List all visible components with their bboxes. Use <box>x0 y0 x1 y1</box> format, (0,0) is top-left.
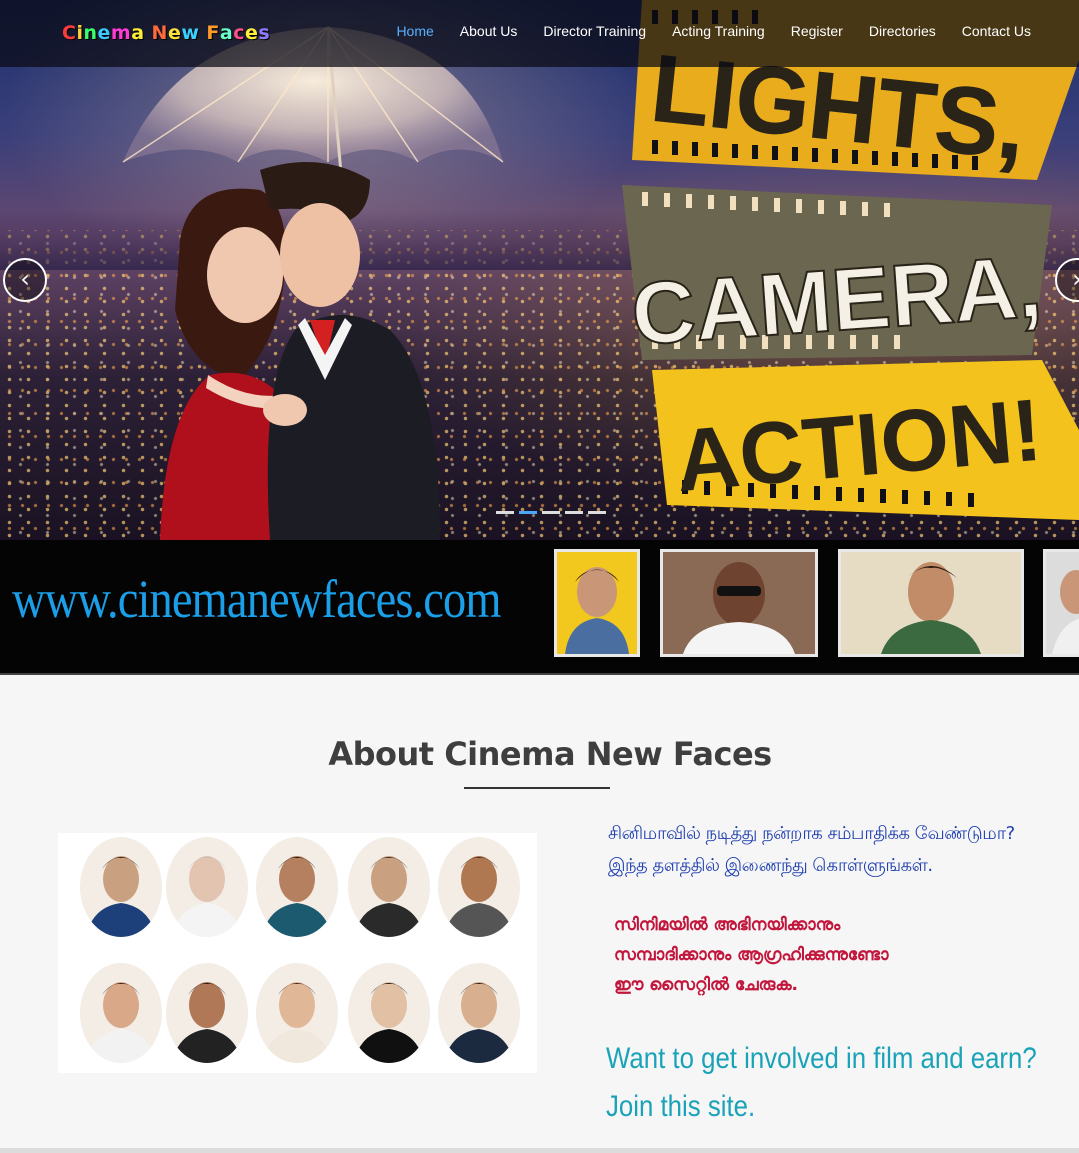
english-line: Join this site. <box>606 1090 756 1123</box>
actor-portrait <box>80 963 162 1063</box>
malayalam-text: സിനിമയിൽ അഭിനയിക്കാനും സമ്പാദിക്കാനും ആഗ്… <box>614 910 888 1000</box>
person-portrait-icon <box>166 963 248 1063</box>
actor-portrait <box>256 963 338 1063</box>
chevron-right-icon: › <box>1072 265 1079 293</box>
logo-letter: a <box>131 22 145 44</box>
person-portrait-icon <box>80 837 162 937</box>
person-portrait-icon <box>683 562 795 654</box>
logo-letter: e <box>167 22 182 44</box>
nav-item-director-training[interactable]: Director Training <box>543 23 646 39</box>
hero-carousel: LIGHTS, CAMERA, ACTION! Cinema New Faces… <box>0 0 1079 540</box>
tamil-line: இந்த தளத்தில் இணைந்து கொள்ளுங்கள். <box>608 855 933 876</box>
person-portrait-icon <box>80 963 162 1063</box>
person-portrait-icon <box>256 837 338 937</box>
celebrity-thumbnail[interactable] <box>660 549 818 657</box>
top-navbar: Cinema New Faces Home About Us Director Tr… <box>0 0 1079 67</box>
nav-item-acting-training[interactable]: Acting Training <box>672 23 765 39</box>
nav-item-register[interactable]: Register <box>791 23 843 39</box>
person-portrait-icon <box>166 837 248 937</box>
logo-letter: C <box>62 22 77 44</box>
actor-portrait <box>166 837 248 937</box>
nav-item-about-us[interactable]: About Us <box>460 23 518 39</box>
english-text: Want to get involved in film and earn? Jo… <box>606 1035 1037 1131</box>
chevron-left-icon: ‹ <box>20 265 30 293</box>
logo-letter: n <box>83 22 98 44</box>
slide-indicator[interactable] <box>565 511 583 514</box>
logo-letter: i <box>76 22 84 44</box>
logo-letter: e <box>97 22 111 44</box>
prev-slide-button[interactable]: ‹ <box>3 258 47 302</box>
actor-portrait <box>166 963 248 1063</box>
footer-divider <box>0 1148 1079 1153</box>
logo-letter: a <box>219 22 234 44</box>
person-portrait-icon <box>348 837 430 937</box>
slide-indicators <box>496 511 606 514</box>
person-portrait-icon <box>438 837 520 937</box>
person-portrait-icon <box>438 963 520 1063</box>
slide-indicator[interactable] <box>519 511 537 514</box>
person-portrait-icon <box>1052 570 1079 654</box>
slide-indicator[interactable] <box>542 511 560 514</box>
logo-letter: m <box>110 22 132 44</box>
actor-portrait <box>256 837 338 937</box>
person-portrait-icon <box>348 963 430 1063</box>
logo-letter: F <box>206 22 220 44</box>
site-url-text: www.cinemanewfaces.com <box>12 569 502 629</box>
logo-letter: e <box>244 22 259 44</box>
person-portrait-icon <box>565 567 629 654</box>
actor-portrait <box>80 837 162 937</box>
nav-item-home[interactable]: Home <box>396 23 433 39</box>
malayalam-line: സമ്പാദിക്കാനും ആഗ്രഹിക്കുന്നുണ്ടോ <box>614 945 889 965</box>
nav-item-directories[interactable]: Directories <box>869 23 936 39</box>
couple-illustration <box>160 162 440 540</box>
tamil-text: சினிமாவில் நடித்து நன்றாக சம்பாதிக்க வேண… <box>608 818 1015 882</box>
tamil-line: சினிமாவில் நடித்து நன்றாக சம்பாதிக்க வேண… <box>608 823 1015 844</box>
actor-portrait <box>438 837 520 937</box>
actor-portrait <box>348 963 430 1063</box>
malayalam-line: ഈ സൈറ്റിൽ ചേരുക. <box>614 975 799 995</box>
malayalam-line: സിനിമയിൽ അഭിനയിക്കാനും <box>614 915 841 935</box>
lights-camera-action-filmstrip: LIGHTS, CAMERA, ACTION! <box>622 0 1079 520</box>
logo-letter: w <box>181 22 200 44</box>
slide-indicator[interactable] <box>496 511 514 514</box>
actors-collage <box>58 833 537 1073</box>
title-divider <box>464 787 610 789</box>
person-portrait-icon <box>256 963 338 1063</box>
celebrity-thumbnail[interactable] <box>554 549 640 657</box>
celebrity-thumbnail[interactable] <box>838 549 1024 657</box>
actor-portrait <box>438 963 520 1063</box>
english-line: Want to get involved in film and earn? <box>606 1042 1037 1075</box>
logo-letter: c <box>233 22 245 44</box>
slide-indicator[interactable] <box>588 511 606 514</box>
actor-portrait <box>348 837 430 937</box>
about-title: About Cinema New Faces <box>328 735 772 773</box>
nav-item-contact-us[interactable]: Contact Us <box>962 23 1031 39</box>
celebrity-thumbnail[interactable] <box>1043 549 1079 657</box>
main-nav: Home About Us Director Training Acting Trai… <box>396 23 1031 39</box>
person-portrait-icon <box>881 562 981 654</box>
logo-letter: N <box>151 22 168 44</box>
site-logo[interactable]: Cinema New Faces <box>62 22 270 44</box>
logo-letter: s <box>258 22 271 44</box>
